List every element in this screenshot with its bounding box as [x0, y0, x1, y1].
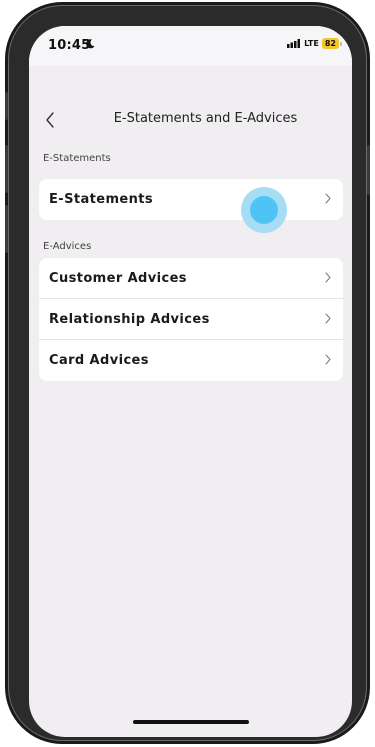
status-time: 10:45 [48, 38, 91, 53]
chevron-right-icon [325, 193, 331, 204]
page-title: E-Statements and E-Advices [113, 111, 298, 126]
app-screen: 10:45 LTE 82 E-Statements and E-Advices … [29, 26, 352, 737]
list-item-label: Card Advices [49, 353, 149, 368]
home-indicator[interactable] [133, 720, 249, 724]
list-item-label: E-Statements [49, 192, 154, 207]
list-item-label: Relationship Advices [49, 311, 210, 327]
list-item-relationship-advices[interactable]: Relationship Advices [39, 299, 343, 340]
e-advices-card: Customer Advices Relationship Advices Ca… [39, 258, 343, 381]
side-button-right [367, 145, 370, 195]
e-statements-card: E-Statements [39, 179, 343, 220]
status-indicators: LTE 82 [287, 38, 343, 49]
section-label-e-advices: E-Advices [43, 241, 92, 252]
list-item-e-statements[interactable]: E-Statements [39, 179, 343, 220]
side-button-left-2 [5, 145, 8, 193]
status-bar: 10:45 LTE 82 [29, 26, 352, 66]
side-button-left-3 [5, 205, 8, 253]
chevron-right-icon [325, 313, 331, 324]
signal-icon [287, 39, 301, 48]
side-button-left-1 [5, 92, 8, 120]
tap-indicator-core [250, 196, 278, 224]
list-item-label: Customer Advices [49, 270, 187, 286]
list-item-customer-advices[interactable]: Customer Advices [39, 258, 343, 299]
tap-indicator [241, 187, 287, 233]
network-label: LTE [304, 39, 319, 48]
chevron-right-icon [325, 272, 331, 283]
chevron-right-icon [325, 354, 331, 365]
section-label-e-statements: E-Statements [43, 153, 111, 164]
list-item-card-advices[interactable]: Card Advices [39, 340, 343, 381]
battery-badge: 82 [321, 38, 343, 49]
moon-icon [86, 39, 95, 49]
